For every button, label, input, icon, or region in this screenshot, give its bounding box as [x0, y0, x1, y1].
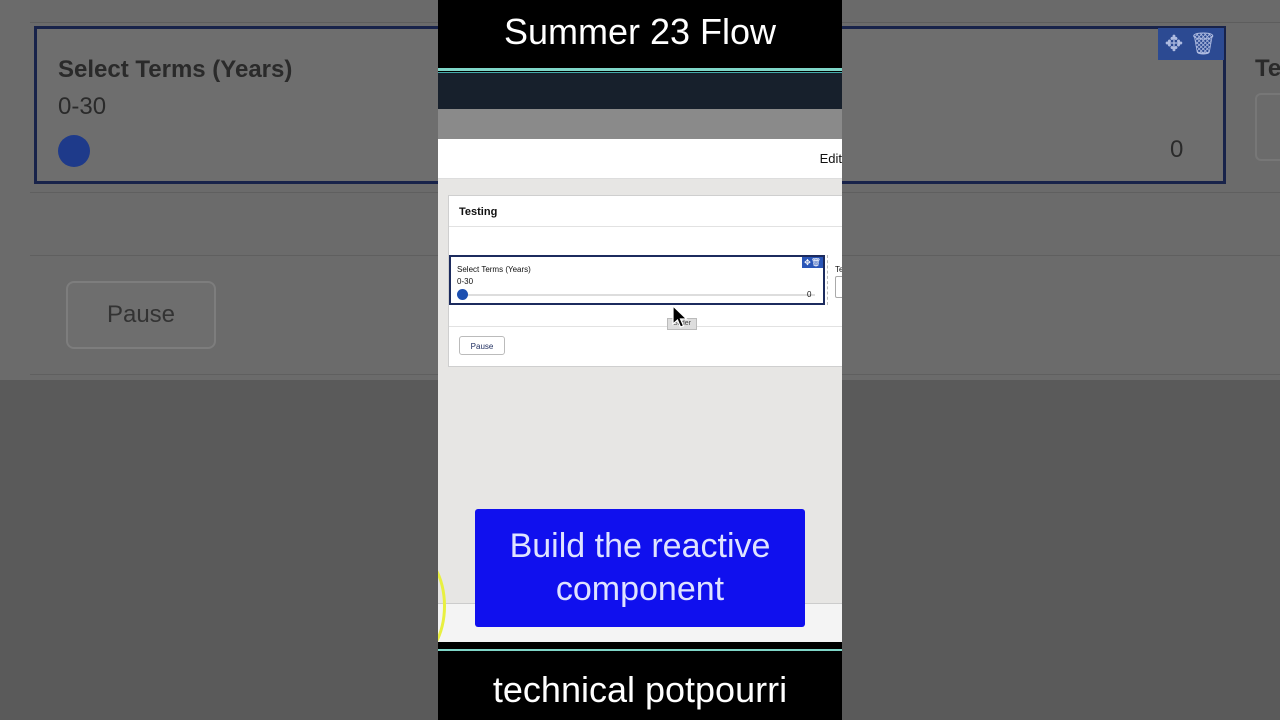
teal-divider — [438, 68, 842, 71]
toolbar-gray — [438, 109, 842, 139]
bg-slider-range: 0-30 — [58, 93, 107, 120]
side-component-label: Te — [835, 265, 842, 274]
slider-component[interactable]: ✥🗑 Select Terms (Years) 0-30 0 — [449, 255, 825, 305]
bg-side-box — [1255, 93, 1280, 161]
slider-track[interactable] — [463, 294, 815, 296]
app-navbar — [438, 73, 842, 109]
screen-card: Testing ✥🗑 Select Terms (Years) 0-30 0 T… — [448, 195, 842, 367]
channel-name: technical potpourri — [492, 669, 788, 710]
slider-range: 0-30 — [457, 277, 474, 286]
bg-side-label: Te — [1255, 55, 1280, 82]
bg-pause-button: Pause — [66, 281, 216, 349]
bg-slider-label: Select Terms (Years) — [58, 56, 293, 83]
mouse-cursor-icon — [672, 305, 688, 328]
slider-value: 0 — [807, 290, 812, 299]
teal-divider-bottom — [438, 649, 842, 651]
video-title: Summer 23 Flow — [503, 11, 777, 52]
slider-thumb[interactable] — [457, 289, 468, 300]
edit-link[interactable]: Edit — [820, 151, 842, 166]
bg-slider-value: 0 — [1170, 136, 1184, 163]
card-divider — [449, 226, 842, 227]
bg-move-trash-icon: ✥ 🗑 — [1158, 28, 1224, 60]
click-highlight-ring — [438, 552, 446, 660]
bg-slider-thumb — [58, 135, 90, 167]
card-footer-divider — [449, 326, 842, 327]
video-column: Summer 23 Flow Edit Testing ✥🗑 Select Te… — [438, 0, 842, 720]
side-component-input[interactable] — [835, 276, 842, 298]
screen-title: Testing — [459, 206, 498, 218]
edit-bar: Edit — [438, 139, 842, 179]
caption-banner: Build the reactive component — [475, 509, 805, 627]
pause-button[interactable]: Pause — [459, 336, 505, 355]
slider-label: Select Terms (Years) — [457, 265, 531, 274]
move-trash-icon[interactable]: ✥🗑 — [802, 257, 823, 268]
